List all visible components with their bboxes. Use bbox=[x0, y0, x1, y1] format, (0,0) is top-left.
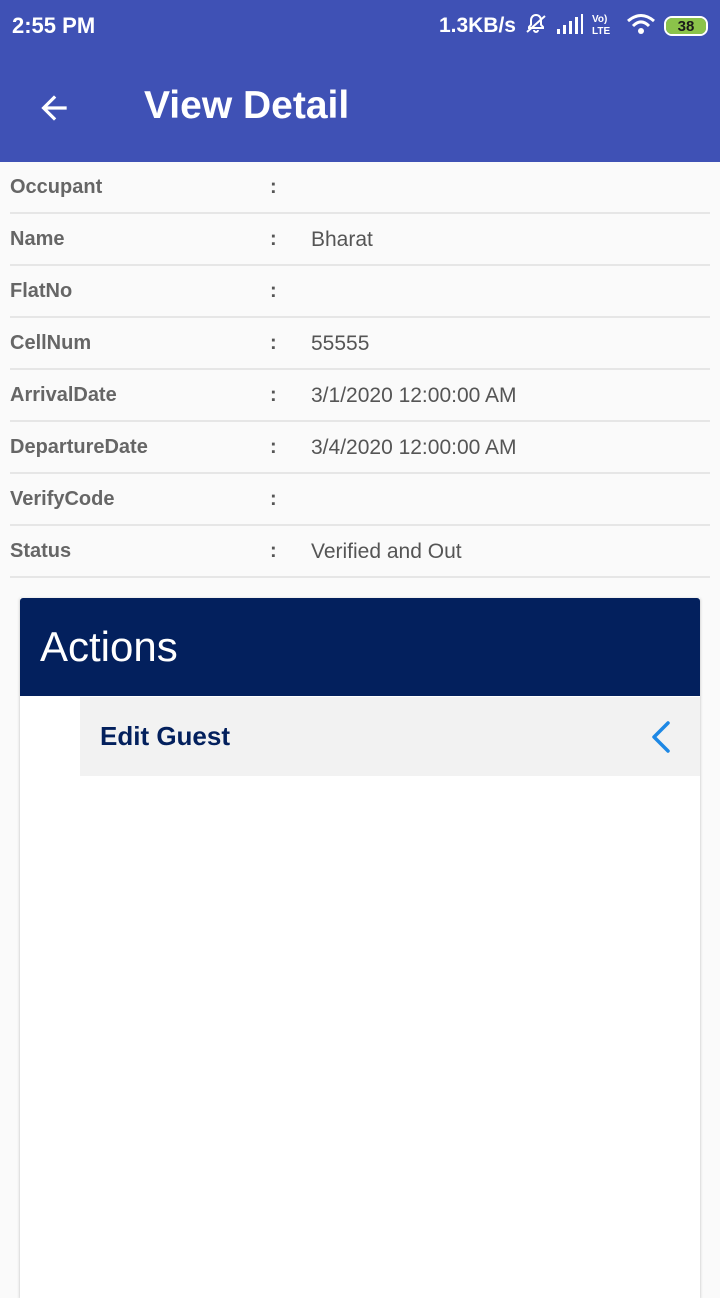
detail-row-flatno: FlatNo : bbox=[10, 266, 710, 318]
detail-label: VerifyCode bbox=[10, 488, 115, 510]
svg-text:LTE: LTE bbox=[592, 26, 610, 36]
action-label: Edit Guest bbox=[100, 721, 231, 751]
signal-icon bbox=[556, 13, 584, 40]
detail-label: Occupant bbox=[10, 176, 103, 198]
network-speed: 1.3KB/s bbox=[438, 14, 516, 37]
detail-row-occupant: Occupant : bbox=[10, 162, 710, 214]
detail-row-name: Name : Bharat bbox=[10, 214, 710, 266]
detail-separator: : bbox=[270, 280, 277, 302]
detail-separator: : bbox=[270, 540, 277, 562]
detail-separator: : bbox=[270, 332, 277, 354]
detail-label: Name bbox=[10, 228, 65, 250]
battery-icon: 38 bbox=[664, 16, 708, 36]
svg-text:Vo): Vo) bbox=[592, 14, 607, 25]
detail-label: ArrivalDate bbox=[10, 384, 117, 406]
edit-guest-action[interactable]: Edit Guest bbox=[80, 697, 700, 776]
detail-list: Occupant : Name : Bharat FlatNo : CellNu… bbox=[10, 162, 710, 578]
detail-row-verifycode: VerifyCode : bbox=[10, 474, 710, 526]
status-bar: 2:55 PM 1.3KB/s Vo) LTE 38 bbox=[0, 0, 720, 52]
status-time: 2:55 PM bbox=[12, 13, 96, 38]
actions-card: Actions Edit Guest bbox=[20, 598, 700, 1298]
detail-row-status: Status : Verified and Out bbox=[10, 526, 710, 578]
detail-label: Status bbox=[10, 540, 72, 562]
detail-separator: : bbox=[270, 436, 277, 458]
mute-bell-icon bbox=[524, 12, 548, 41]
detail-label: FlatNo bbox=[10, 280, 73, 302]
status-icons: 1.3KB/s Vo) LTE 38 bbox=[439, 12, 708, 40]
detail-row-departuredate: DepartureDate : 3/4/2020 12:00:00 AM bbox=[10, 422, 710, 474]
actions-header: Actions bbox=[20, 598, 700, 696]
battery-level: 38 bbox=[677, 17, 695, 35]
volte-icon: Vo) LTE bbox=[592, 12, 618, 41]
app-bar: View Detail bbox=[0, 52, 720, 162]
detail-label: CellNum bbox=[10, 332, 92, 354]
detail-value: 3/4/2020 12:00:00 AM bbox=[311, 436, 517, 459]
back-button[interactable] bbox=[24, 82, 84, 134]
detail-separator: : bbox=[270, 384, 277, 406]
page-title: View Detail bbox=[144, 84, 350, 127]
detail-value: Bharat bbox=[311, 228, 373, 251]
detail-row-cellnum: CellNum : 55555 bbox=[10, 318, 710, 370]
chevron-left-icon bbox=[650, 720, 672, 754]
detail-value: 55555 bbox=[311, 332, 370, 355]
detail-label: DepartureDate bbox=[10, 436, 148, 458]
detail-separator: : bbox=[270, 228, 277, 250]
detail-separator: : bbox=[270, 488, 277, 510]
detail-separator: : bbox=[270, 176, 277, 198]
arrow-left-icon bbox=[41, 95, 67, 121]
detail-value: 3/1/2020 12:00:00 AM bbox=[311, 384, 517, 407]
detail-value: Verified and Out bbox=[311, 540, 462, 563]
actions-title: Actions bbox=[40, 623, 178, 670]
wifi-icon bbox=[626, 13, 656, 40]
detail-row-arrivaldate: ArrivalDate : 3/1/2020 12:00:00 AM bbox=[10, 370, 710, 422]
